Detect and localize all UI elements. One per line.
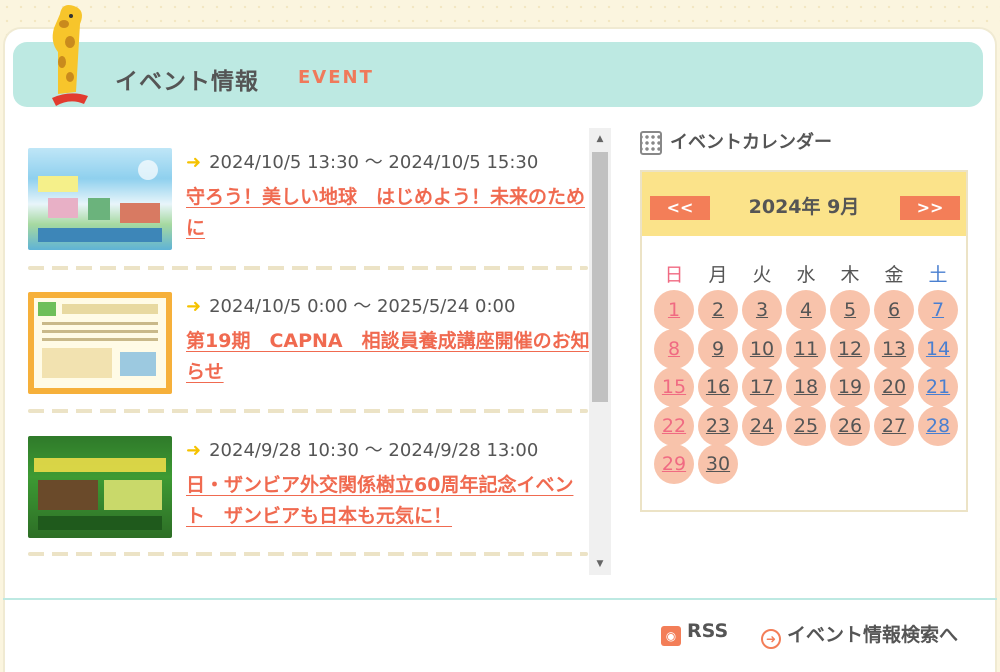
rss-link[interactable]: ◉ RSS [661, 620, 728, 646]
section-title: イベント情報 [115, 69, 259, 95]
divider [28, 409, 588, 413]
calendar-day[interactable]: 8 [654, 328, 694, 369]
calendar-day[interactable]: 30 [698, 444, 738, 484]
section-title-en: EVENT [298, 67, 374, 88]
calendar-day[interactable]: 24 [742, 405, 782, 446]
scrollbar-thumb[interactable] [592, 152, 608, 402]
event-flyer-image [34, 458, 166, 530]
calendar-day[interactable]: 26 [830, 405, 870, 446]
event-date: ➜ 2024/10/5 13:30 ～ 2024/10/5 15:30 [186, 152, 539, 173]
footer-divider [3, 598, 997, 600]
calendar-heading: イベントカレンダー [640, 128, 832, 155]
weekday-label: 日 [664, 264, 684, 286]
weekday-label: 月 [708, 264, 728, 286]
event-title-link[interactable]: 第19期 CAPNA 相談員養成講座開催のお知らせ [186, 326, 591, 388]
calendar-day[interactable]: 20 [874, 367, 914, 407]
calendar-day[interactable]: 22 [654, 405, 694, 446]
calendar-day[interactable]: 15 [654, 367, 694, 407]
calendar-day[interactable]: 29 [654, 444, 694, 484]
weekday-label: 火 [752, 264, 772, 286]
calendar-day[interactable]: 21 [918, 367, 958, 407]
calendar-day[interactable]: 4 [786, 290, 826, 330]
calendar-day[interactable]: 28 [918, 405, 958, 446]
calendar-day[interactable]: 27 [874, 405, 914, 446]
scroll-up-arrow-icon[interactable]: ▲ [589, 128, 611, 150]
event-thumbnail[interactable] [28, 292, 172, 394]
arrow-right-icon: ➜ [186, 440, 202, 461]
event-date: ➜ 2024/10/5 0:00 ～ 2025/5/24 0:00 [186, 296, 516, 317]
calendar-day[interactable]: 11 [786, 328, 826, 369]
calendar-day[interactable]: 13 [874, 328, 914, 369]
event-date: ➜ 2024/9/28 10:30 ～ 2024/9/28 13:00 [186, 440, 539, 461]
calendar-day[interactable]: 18 [786, 367, 826, 407]
scroll-down-arrow-icon[interactable]: ▼ [589, 553, 611, 575]
weekday-label: 金 [884, 264, 904, 286]
calendar-day[interactable]: 7 [918, 290, 958, 330]
calendar-day[interactable]: 19 [830, 367, 870, 407]
calendar-day[interactable]: 12 [830, 328, 870, 369]
divider [28, 266, 588, 270]
calendar-day[interactable]: 23 [698, 405, 738, 446]
event-search-link[interactable]: ➜ イベント情報検索へ [761, 620, 958, 649]
calendar-day[interactable]: 10 [742, 328, 782, 369]
weekday-label: 土 [928, 264, 948, 286]
event-thumbnail[interactable] [28, 436, 172, 538]
weekday-label: 水 [796, 264, 816, 286]
calendar-day[interactable]: 3 [742, 290, 782, 330]
prev-month-button[interactable]: << [650, 196, 710, 220]
event-flyer-image [34, 298, 166, 388]
arrow-right-icon: ➜ [186, 296, 202, 317]
rss-icon: ◉ [661, 626, 681, 646]
calendar-month-bar: 2024年 9月 << >> [642, 172, 966, 236]
event-list: ➜ 2024/10/5 13:30 ～ 2024/10/5 15:30 守ろう！美… [28, 128, 611, 575]
event-title-link[interactable]: 日・ザンビア外交関係樹立60周年記念イベント ザンビアも日本も元気に！ [186, 470, 591, 532]
arrow-right-icon: ➜ [186, 152, 202, 173]
calendar-day[interactable]: 14 [918, 328, 958, 369]
event-calendar: 2024年 9月 << >> 日月火水木金土 1 2 3 4 5 6 7 8 9 10 11 12 13… [640, 170, 968, 512]
calendar-day[interactable]: 5 [830, 290, 870, 330]
calendar-day[interactable]: 16 [698, 367, 738, 407]
event-flyer-image [38, 160, 162, 242]
event-list-scrollbar[interactable]: ▲ ▼ [589, 128, 611, 575]
divider [28, 552, 588, 556]
calendar-day[interactable]: 1 [654, 290, 694, 330]
next-month-button[interactable]: >> [900, 196, 960, 220]
calendar-day[interactable]: 17 [742, 367, 782, 407]
weekday-label: 木 [840, 264, 860, 286]
calendar-icon [640, 131, 662, 155]
event-thumbnail[interactable] [28, 148, 172, 250]
calendar-day[interactable]: 6 [874, 290, 914, 330]
giraffe-mascot-icon [52, 5, 88, 106]
event-title-link[interactable]: 守ろう！美しい地球 はじめよう！未来のために [186, 182, 591, 244]
circle-arrow-right-icon: ➜ [761, 629, 781, 649]
calendar-day[interactable]: 2 [698, 290, 738, 330]
calendar-day[interactable]: 9 [698, 328, 738, 369]
calendar-day[interactable]: 25 [786, 405, 826, 446]
